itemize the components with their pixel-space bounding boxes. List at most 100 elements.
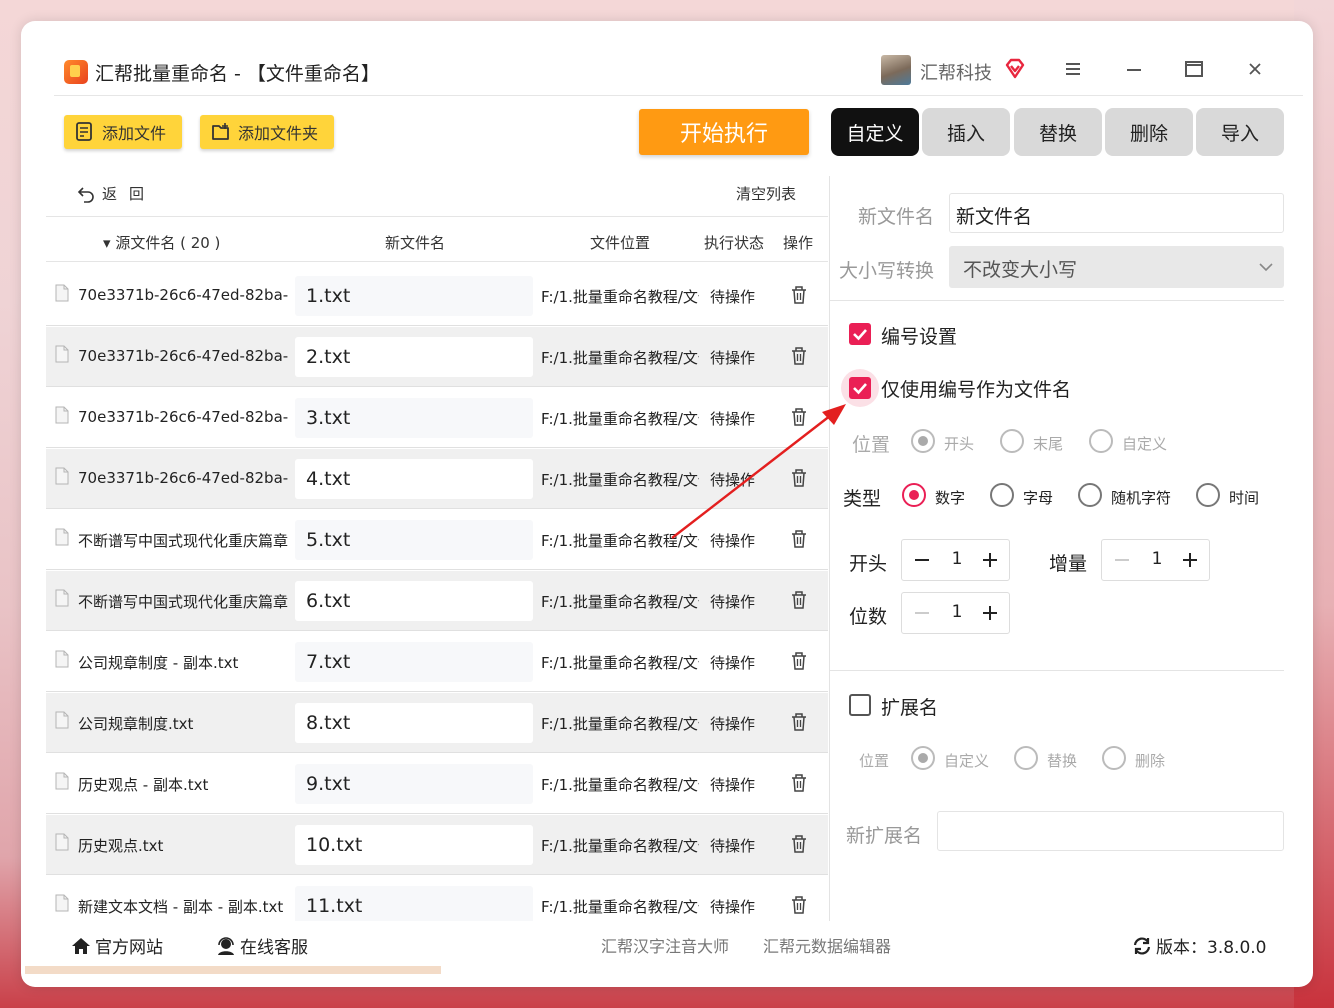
trash-icon[interactable] bbox=[790, 346, 808, 366]
sort-source-header[interactable]: ▾ 源文件名 ( 20 ) bbox=[103, 232, 220, 253]
increment-value[interactable]: 1 bbox=[1147, 549, 1167, 569]
tab-insert[interactable]: 插入 bbox=[922, 108, 1010, 156]
refresh-icon[interactable] bbox=[1131, 935, 1153, 957]
table-row[interactable]: 公司规章制度.txt 8.txt F:/1.批量重命名教程/文件 待操作 bbox=[46, 693, 828, 753]
file-location: F:/1.批量重命名教程/文件 bbox=[541, 715, 699, 733]
vip-diamond-icon[interactable] bbox=[1003, 57, 1027, 81]
ext-replace-radio[interactable] bbox=[1014, 746, 1038, 770]
source-filename: 70e3371b-26c6-47ed-82ba-3ef bbox=[78, 286, 288, 304]
status-header: 执行状态 bbox=[704, 234, 765, 252]
trash-icon[interactable] bbox=[790, 285, 808, 305]
newname-input[interactable]: 新文件名 bbox=[949, 193, 1284, 233]
trash-icon[interactable] bbox=[790, 407, 808, 427]
case-select[interactable]: 不改变大小写 bbox=[949, 246, 1284, 288]
plus-icon[interactable] bbox=[980, 603, 1000, 623]
table-row[interactable]: 70e3371b-26c6-47ed-82ba-3ef 3.txt F:/1.批量重… bbox=[46, 388, 828, 448]
position-end-radio[interactable] bbox=[1000, 429, 1024, 453]
new-filename-field[interactable]: 3.txt bbox=[295, 398, 533, 438]
file-icon bbox=[55, 284, 69, 302]
ext-replace-label: 替换 bbox=[1047, 752, 1078, 770]
plus-icon[interactable] bbox=[1180, 550, 1200, 570]
start-button[interactable]: 开始执行 bbox=[639, 109, 809, 155]
type-time-radio[interactable] bbox=[1196, 483, 1220, 507]
new-filename-field[interactable]: 9.txt bbox=[295, 764, 533, 804]
metadata-app-link[interactable]: 汇帮元数据编辑器 bbox=[763, 933, 891, 957]
new-filename-field[interactable]: 8.txt bbox=[295, 703, 533, 743]
new-filename-field[interactable]: 5.txt bbox=[295, 520, 533, 560]
brand-name: 汇帮科技 bbox=[920, 63, 992, 84]
numbering-checkbox[interactable] bbox=[849, 323, 871, 345]
type-letter-radio[interactable] bbox=[990, 483, 1014, 507]
position-start-radio[interactable] bbox=[911, 429, 935, 453]
status-text: 待操作 bbox=[710, 654, 756, 672]
tab-import[interactable]: 导入 bbox=[1196, 108, 1284, 156]
table-row[interactable]: 70e3371b-26c6-47ed-82ba-3ef 4.txt F:/1.批量重… bbox=[46, 449, 828, 509]
avatar[interactable] bbox=[881, 55, 911, 85]
add-folder-button[interactable]: 添加文件夹 bbox=[200, 115, 334, 149]
new-filename-field[interactable]: 6.txt bbox=[295, 581, 533, 621]
position-custom-radio[interactable] bbox=[1089, 429, 1113, 453]
plus-icon[interactable] bbox=[980, 550, 1000, 570]
close-icon[interactable] bbox=[1242, 56, 1268, 82]
new-filename-field[interactable]: 11.txt bbox=[295, 886, 533, 921]
new-filename-field[interactable]: 1.txt bbox=[295, 276, 533, 316]
new-filename-field[interactable]: 2.txt bbox=[295, 337, 533, 377]
minus-icon[interactable] bbox=[912, 550, 932, 570]
menu-icon[interactable] bbox=[1060, 56, 1086, 82]
service-link[interactable]: 在线客服 bbox=[215, 933, 308, 958]
table-row[interactable]: 新建文本文档 - 副本 - 副本.txt 11.txt F:/1.批量重命名教程/文… bbox=[46, 876, 828, 921]
trash-icon[interactable] bbox=[790, 468, 808, 488]
settings-panel: 新文件名 新文件名 大小写转换 不改变大小写 编号设置 仅使用编号作为文件名 位… bbox=[830, 176, 1284, 921]
file-location: F:/1.批量重命名教程/文件 bbox=[541, 898, 699, 916]
new-extension-input[interactable] bbox=[937, 811, 1284, 851]
table-row[interactable]: 历史观点.txt 10.txt F:/1.批量重命名教程/文件 待操作 bbox=[46, 815, 828, 875]
digits-value[interactable]: 1 bbox=[947, 602, 967, 622]
ext-delete-radio[interactable] bbox=[1102, 746, 1126, 770]
trash-icon[interactable] bbox=[790, 712, 808, 732]
file-location: F:/1.批量重命名教程/文件 bbox=[541, 593, 699, 611]
extension-checkbox[interactable] bbox=[849, 694, 871, 716]
minus-icon[interactable] bbox=[1112, 550, 1132, 570]
tab-custom[interactable]: 自定义 bbox=[831, 108, 919, 156]
status-text: 待操作 bbox=[710, 288, 756, 306]
trash-icon[interactable] bbox=[790, 529, 808, 549]
type-number-radio[interactable] bbox=[902, 483, 926, 507]
clear-list-button[interactable]: 清空列表 bbox=[736, 183, 796, 204]
trash-icon[interactable] bbox=[790, 590, 808, 610]
tab-delete[interactable]: 删除 bbox=[1105, 108, 1193, 156]
newname-label: 新文件名 bbox=[858, 206, 935, 228]
ext-custom-radio[interactable] bbox=[911, 746, 935, 770]
table-row[interactable]: 70e3371b-26c6-47ed-82ba-3ef 2.txt F:/1.批量重… bbox=[46, 327, 828, 387]
tab-replace[interactable]: 替换 bbox=[1014, 108, 1102, 156]
trash-icon[interactable] bbox=[790, 773, 808, 793]
table-row[interactable]: 公司规章制度 - 副本.txt 7.txt F:/1.批量重命名教程/文件 待操作 bbox=[46, 632, 828, 692]
position-label: 位置 bbox=[852, 434, 891, 456]
new-filename-field[interactable]: 10.txt bbox=[295, 825, 533, 865]
source-filename: 新建文本文档 - 副本 - 副本.txt bbox=[78, 898, 284, 916]
file-list: 70e3371b-26c6-47ed-82ba-3ef 1.txt F:/1.批量重… bbox=[46, 266, 828, 921]
file-location: F:/1.批量重命名教程/文件 bbox=[541, 837, 699, 855]
table-row[interactable]: 不断谱写中国式现代化重庆篇章 - 5.txt F:/1.批量重命名教程/文件 待操作 bbox=[46, 510, 828, 570]
new-filename-field[interactable]: 4.txt bbox=[295, 459, 533, 499]
pinyin-app-link[interactable]: 汇帮汉字注音大师 bbox=[601, 933, 729, 957]
maximize-icon[interactable] bbox=[1181, 56, 1207, 82]
minimize-icon[interactable] bbox=[1121, 56, 1147, 82]
table-row[interactable]: 不断谱写中国式现代化重庆篇章.txt 6.txt F:/1.批量重命名教程/文件待操… bbox=[46, 571, 828, 631]
add-file-button[interactable]: 添加文件 bbox=[64, 115, 182, 149]
start-value[interactable]: 1 bbox=[947, 549, 967, 569]
type-random-radio[interactable] bbox=[1078, 483, 1102, 507]
website-link[interactable]: 官方网站 bbox=[70, 933, 163, 958]
minus-icon[interactable] bbox=[912, 603, 932, 623]
source-filename: 公司规章制度 - 副本.txt bbox=[78, 654, 239, 672]
website-label: 官方网站 bbox=[95, 938, 163, 958]
position-custom-label: 自定义 bbox=[1122, 435, 1168, 453]
new-filename-field[interactable]: 7.txt bbox=[295, 642, 533, 682]
only-number-checkbox[interactable] bbox=[849, 377, 871, 399]
trash-icon[interactable] bbox=[790, 651, 808, 671]
table-row[interactable]: 历史观点 - 副本.txt 9.txt F:/1.批量重命名教程/文件 待操作 bbox=[46, 754, 828, 814]
table-row[interactable]: 70e3371b-26c6-47ed-82ba-3ef 1.txt F:/1.批量重… bbox=[46, 266, 828, 326]
back-button[interactable]: 返回 bbox=[76, 183, 156, 204]
type-time-label: 时间 bbox=[1229, 489, 1260, 507]
trash-icon[interactable] bbox=[790, 834, 808, 854]
trash-icon[interactable] bbox=[790, 895, 808, 915]
